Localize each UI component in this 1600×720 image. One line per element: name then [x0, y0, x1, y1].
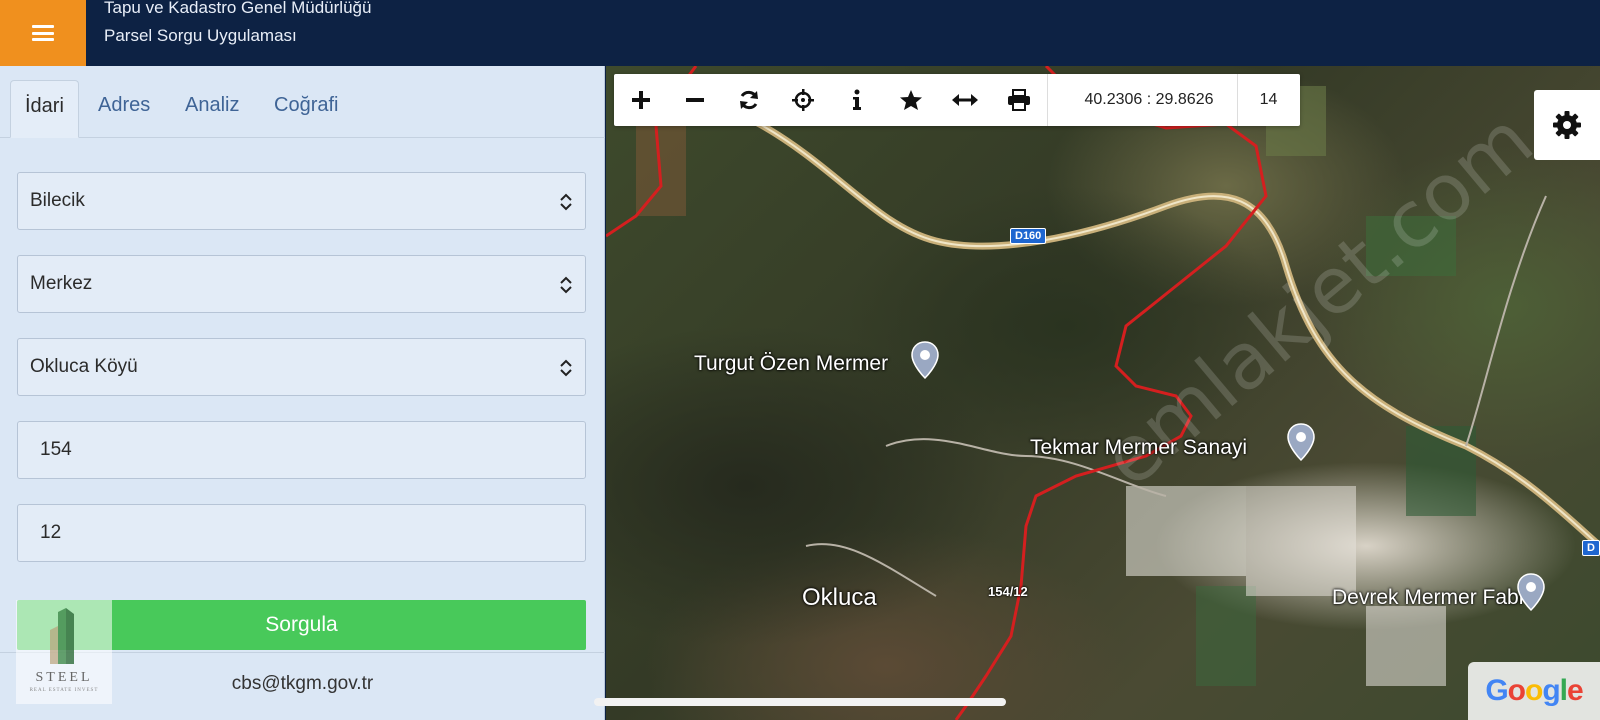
printer-icon — [1008, 89, 1030, 111]
location-pin-icon[interactable] — [1516, 572, 1546, 612]
settings-button[interactable] — [1534, 90, 1600, 160]
print-button[interactable] — [992, 74, 1046, 126]
place-label: Devrek Mermer Fabr — [1332, 586, 1526, 609]
tab-analiz[interactable]: Analiz — [171, 80, 253, 138]
steel-logo: STEEL REAL ESTATE INVEST — [16, 600, 112, 704]
tab-adres[interactable]: Adres — [84, 80, 164, 138]
arrows-horizontal-icon — [952, 94, 978, 106]
google-attribution: Google — [1468, 662, 1600, 720]
logo-tagline: REAL ESTATE INVEST — [29, 688, 99, 693]
neighborhood-value: Okluca Köyü — [30, 356, 138, 377]
crosshair-icon — [792, 89, 814, 111]
info-button[interactable] — [830, 74, 884, 126]
select-arrows-icon — [560, 193, 572, 211]
query-panel: İdari Adres Analiz Coğrafi Bilecik Merke… — [0, 66, 605, 720]
gear-icon — [1553, 111, 1581, 139]
zoom-level: 14 — [1259, 91, 1278, 108]
block-value: 154 — [40, 439, 72, 460]
tab-cografi[interactable]: Coğrafi — [260, 80, 352, 138]
plus-icon — [632, 91, 650, 109]
district-select[interactable]: Merkez — [17, 255, 586, 313]
parcel-value: 12 — [40, 522, 62, 543]
select-arrows-icon — [560, 276, 572, 294]
province-value: Bilecik — [30, 190, 85, 211]
zoom-out-button[interactable] — [668, 74, 722, 126]
place-label: Okluca — [802, 584, 877, 611]
location-pin-icon[interactable] — [1286, 422, 1316, 462]
map-view[interactable]: emlakjet.com D160 D Turgut Özen Mermer T… — [606, 66, 1600, 720]
parcel-input[interactable]: 12 — [17, 504, 586, 562]
app-title: Tapu ve Kadastro Genel Müdürlüğü — [104, 0, 372, 17]
select-arrows-icon — [560, 359, 572, 377]
place-label: Tekmar Mermer Sanayi — [1030, 436, 1248, 459]
district-value: Merkez — [30, 273, 93, 294]
app-header: Tapu ve Kadastro Genel Müdürlüğü Parsel … — [0, 0, 1600, 66]
locate-button[interactable] — [776, 74, 830, 126]
star-icon — [900, 90, 922, 110]
block-input[interactable]: 154 — [17, 421, 586, 479]
province-select[interactable]: Bilecik — [17, 172, 586, 230]
tab-idari[interactable]: İdari — [10, 80, 79, 138]
info-icon — [853, 89, 861, 110]
minus-icon — [686, 98, 704, 102]
menu-button[interactable] — [0, 0, 86, 66]
location-pin-icon[interactable] — [910, 340, 940, 380]
favorite-button[interactable] — [884, 74, 938, 126]
coordinate-readout: 40.2306 : 29.8626 — [1084, 91, 1214, 108]
measure-button[interactable] — [938, 74, 992, 126]
toolbar-divider — [1047, 74, 1048, 126]
scroll-handle[interactable] — [594, 698, 1006, 706]
logo-brand: STEEL — [35, 670, 93, 685]
building-logo-icon — [50, 608, 74, 664]
road-badge-d160: D160 — [1010, 228, 1047, 244]
refresh-button[interactable] — [722, 74, 776, 126]
place-label: Turgut Özen Mermer — [694, 352, 889, 375]
map-toolbar: 40.2306 : 29.8626 14 — [614, 74, 1300, 126]
zoom-in-button[interactable] — [614, 74, 668, 126]
refresh-icon — [740, 90, 758, 110]
parcel-label: 154/12 — [988, 584, 1028, 599]
app-subtitle: Parsel Sorgu Uygulaması — [104, 26, 297, 45]
hamburger-icon — [32, 25, 54, 41]
neighborhood-select[interactable]: Okluca Köyü — [17, 338, 586, 396]
road-badge-d: D — [1582, 540, 1600, 556]
tab-bar: İdari Adres Analiz Coğrafi — [0, 66, 605, 138]
